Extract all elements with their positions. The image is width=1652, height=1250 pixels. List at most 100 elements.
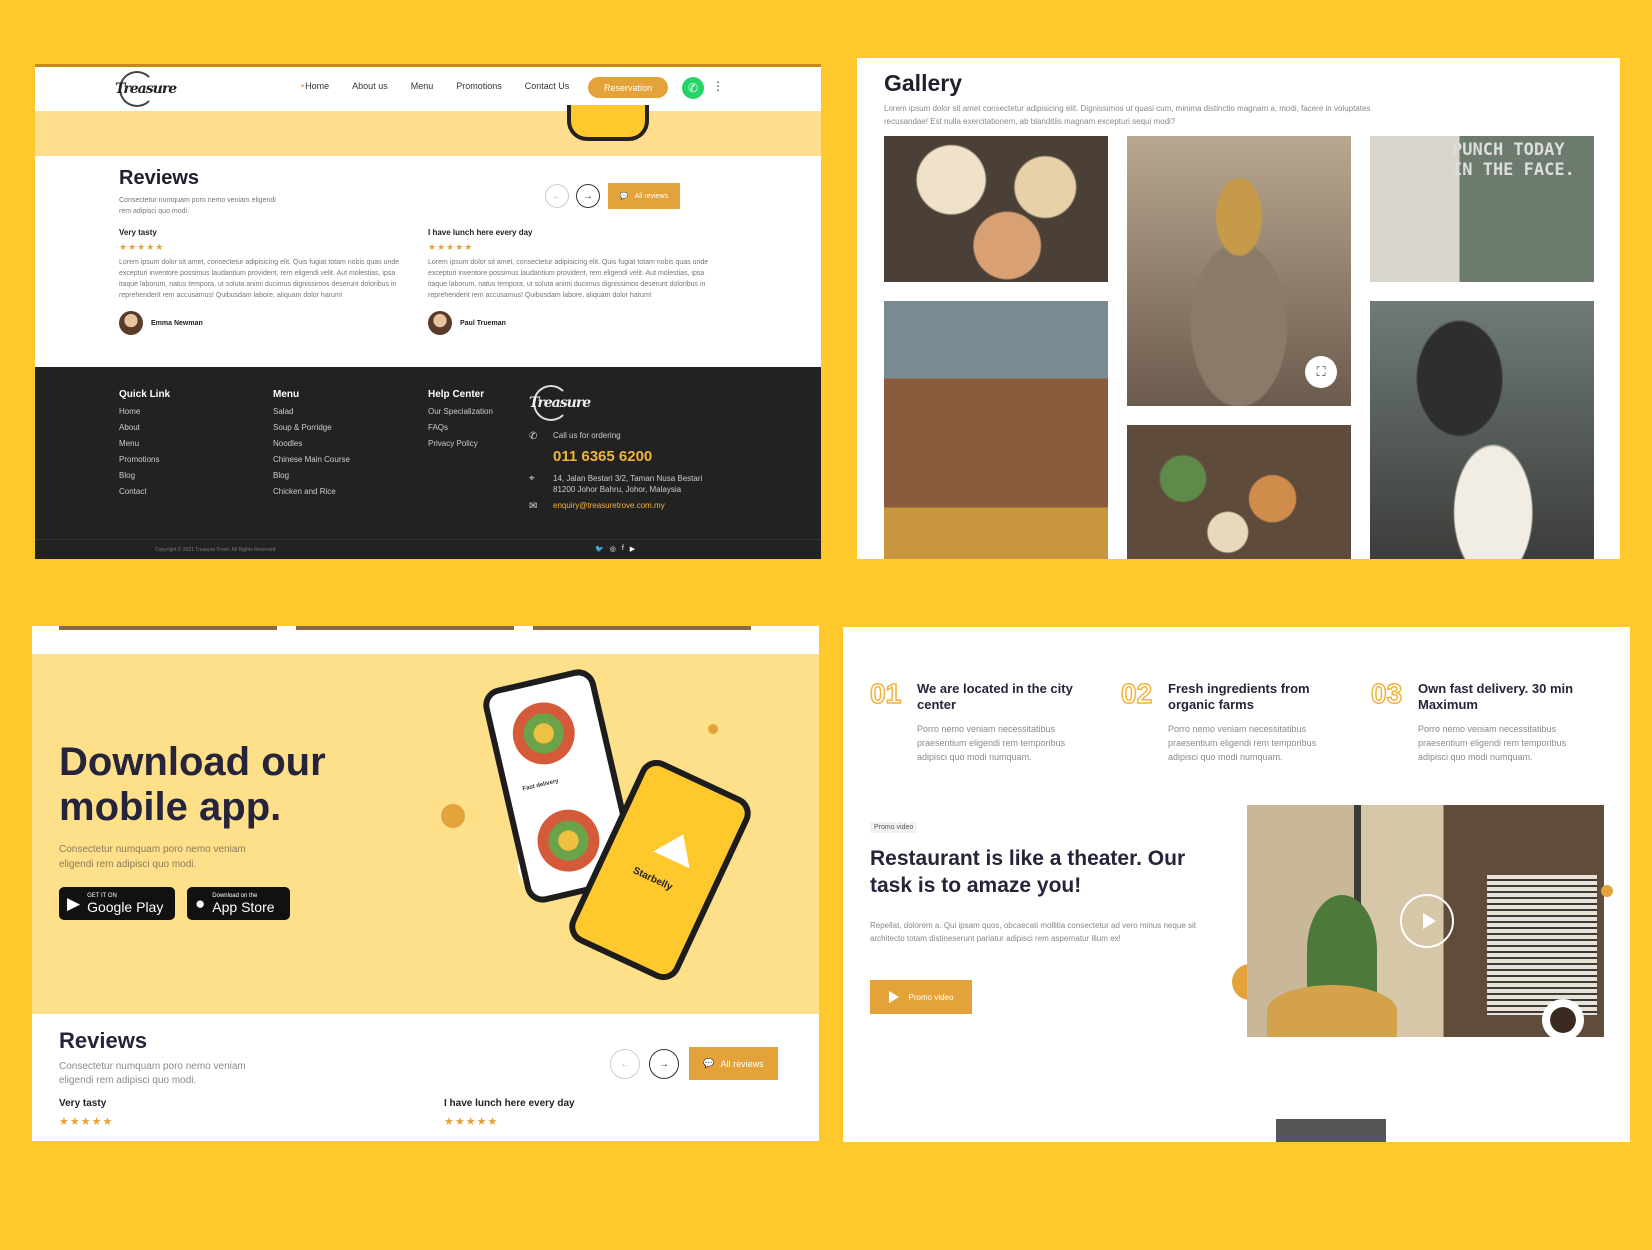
social-icons: 🐦 ◎ f ▶ <box>595 545 635 553</box>
google-play-icon: ▶ <box>67 893 81 913</box>
gallery-image-dining-overhead[interactable] <box>1127 425 1351 559</box>
whatsapp-icon[interactable]: ✆ <box>682 77 704 99</box>
chat-icon: 💬 <box>619 193 629 200</box>
promo-button-label: Promo video <box>908 992 954 1002</box>
gallery-image-barista[interactable]: ⛶ <box>1127 136 1351 406</box>
website-panel-download-app: Download our mobile app. Consectetur num… <box>32 626 819 1141</box>
gallery-image-wall-sign[interactable]: PUNCH TODAY IN THE FACE. <box>1370 136 1594 282</box>
next-arrow-icon[interactable]: → <box>576 184 600 208</box>
footer-link[interactable]: Noodles <box>273 436 350 452</box>
footer-link[interactable]: Blog <box>119 468 170 484</box>
footer-phone[interactable]: 011 6365 6200 <box>553 448 723 465</box>
footer-heading: Menu <box>273 389 300 400</box>
promo-description: Repellat, dolorem a. Qui ipsam quos, obc… <box>870 921 1196 943</box>
footer-email[interactable]: enquiry@treasuretrove.com.my <box>553 501 665 510</box>
footer-link[interactable]: Chinese Main Course <box>273 452 350 468</box>
feature-number: 03 <box>1370 677 1403 710</box>
footer-link[interactable]: About <box>119 420 170 436</box>
nav-menu[interactable]: Menu <box>411 81 434 91</box>
google-play-button[interactable]: ▶ GET IT ON Google Play <box>59 887 175 920</box>
review-stars: ★★★★★ <box>119 242 165 252</box>
shelf-shape <box>1487 875 1597 1015</box>
nav-home[interactable]: Home <box>301 81 329 91</box>
feature-title: We are located in the city center <box>917 681 1073 712</box>
footer-link[interactable]: Menu <box>119 436 170 452</box>
nav-about[interactable]: About us <box>352 81 388 91</box>
site-logo[interactable]: Treasure <box>115 71 177 109</box>
download-app-section: Download our mobile app. Consectetur num… <box>32 654 819 1014</box>
app-store-button[interactable]: ● Download on the App Store <box>187 887 290 920</box>
facebook-icon[interactable]: f <box>622 545 624 553</box>
review-stars: ★★★★★ <box>444 1116 499 1128</box>
gallery-title: Gallery <box>884 70 962 96</box>
feature-number: 02 <box>1120 677 1153 710</box>
website-panel-gallery: Gallery Lorem ipsum dolor sit amet conse… <box>857 58 1620 559</box>
website-panel-reviews-footer: Treasure Home About us Menu Promotions C… <box>35 64 821 559</box>
gallery-image-chef-plating[interactable] <box>1370 301 1594 559</box>
site-footer: Quick Link Home About Menu Promotions Bl… <box>35 367 821 559</box>
footer-logo[interactable]: Treasure <box>529 385 591 425</box>
footer-link[interactable]: Salad <box>273 404 350 420</box>
twitter-icon[interactable]: 🐦 <box>595 545 604 553</box>
review-title: Very tasty <box>119 228 157 237</box>
footer-address: 14, Jalan Bestari 3/2, Taman Nusa Bestar… <box>553 474 703 494</box>
top-nav: Treasure Home About us Menu Promotions C… <box>35 67 821 111</box>
footer-link[interactable]: Home <box>119 404 170 420</box>
gallery-image-table-food[interactable] <box>884 136 1108 282</box>
review-card: I have lunch here every day ★★★★★ Lorem … <box>428 228 718 335</box>
nav-contact[interactable]: Contact Us <box>525 81 570 91</box>
reviews-section: Reviews Consectetur numquam poro nemo ve… <box>32 1014 819 1141</box>
all-reviews-button[interactable]: 💬 All reviews <box>689 1047 778 1080</box>
all-reviews-label: All reviews <box>634 192 669 200</box>
decor-dot <box>441 804 465 828</box>
nav-promotions[interactable]: Promotions <box>456 81 502 91</box>
phone-illustration <box>567 105 649 141</box>
promo-tag: Promo video <box>870 822 918 833</box>
gallery-strip-remnant <box>32 626 819 654</box>
brand-logo-icon <box>653 826 702 869</box>
download-subtitle: Consectetur numquam poro nemo veniam eli… <box>59 844 246 870</box>
play-icon <box>888 991 899 1003</box>
gallery-image-interior[interactable] <box>884 301 1108 559</box>
promo-title: Restaurant is like a theater. Our task i… <box>870 847 1186 897</box>
all-reviews-button[interactable]: 💬 All reviews <box>608 183 680 209</box>
youtube-icon[interactable]: ▶ <box>630 545 635 553</box>
footer-link[interactable]: Contact <box>119 484 170 500</box>
feature-title: Own fast delivery. 30 min Maximum <box>1418 681 1574 712</box>
next-arrow-icon[interactable]: → <box>649 1049 679 1079</box>
call-label: Call us for ordering <box>553 431 621 440</box>
footer-link[interactable]: Our Specialization <box>428 404 493 420</box>
gallery-subtitle: Lorem ipsum dolor sit amet consectetur a… <box>884 104 1371 126</box>
image-edge <box>296 626 514 630</box>
image-edge <box>533 626 751 630</box>
chat-icon: 💬 <box>703 1058 715 1068</box>
footer-link[interactable]: FAQs <box>428 420 493 436</box>
play-video-icon[interactable] <box>1400 894 1454 948</box>
copyright: Copyright © 2021 Treasure Trove. All Rig… <box>155 547 276 553</box>
reviews-subtitle: Consectetur numquam poro nemo veniam eli… <box>119 197 276 215</box>
reviews-title: Reviews <box>59 1028 148 1053</box>
wall-sign-text: PUNCH TODAY IN THE FACE. <box>1452 140 1575 180</box>
footer-link[interactable]: Soup & Porridge <box>273 420 350 436</box>
footer-link[interactable]: Privacy Policy <box>428 436 493 452</box>
logo-text: Treasure <box>115 81 177 97</box>
reservation-button[interactable]: Reservation <box>588 77 668 98</box>
image-edge <box>59 626 277 630</box>
reviews-title: Reviews <box>119 167 200 189</box>
feature-desc: Porro nemo veniam necessitatibus praesen… <box>1418 724 1567 762</box>
expand-icon[interactable]: ⛶ <box>1305 356 1337 388</box>
logo-text: Treasure <box>529 395 591 411</box>
promo-video-button[interactable]: Promo video <box>870 980 972 1014</box>
website-panel-features-promo: 01 We are located in the city center Por… <box>843 627 1630 1142</box>
footer-menu-links: Menu Salad Soup & Porridge Noodles Chine… <box>273 387 350 500</box>
feature-desc: Porro nemo veniam necessitatibus praesen… <box>1168 724 1317 762</box>
prev-arrow-icon[interactable]: ← <box>610 1049 640 1079</box>
prev-arrow-icon[interactable]: ← <box>545 184 569 208</box>
instagram-icon[interactable]: ◎ <box>610 545 616 553</box>
footer-link[interactable]: Promotions <box>119 452 170 468</box>
footer-link[interactable]: Blog <box>273 468 350 484</box>
more-menu-icon[interactable]: ⋮ <box>712 79 724 93</box>
store-big-text: App Store <box>212 898 275 915</box>
location-icon: ⌖ <box>529 473 535 484</box>
footer-link[interactable]: Chicken and Rice <box>273 484 350 500</box>
